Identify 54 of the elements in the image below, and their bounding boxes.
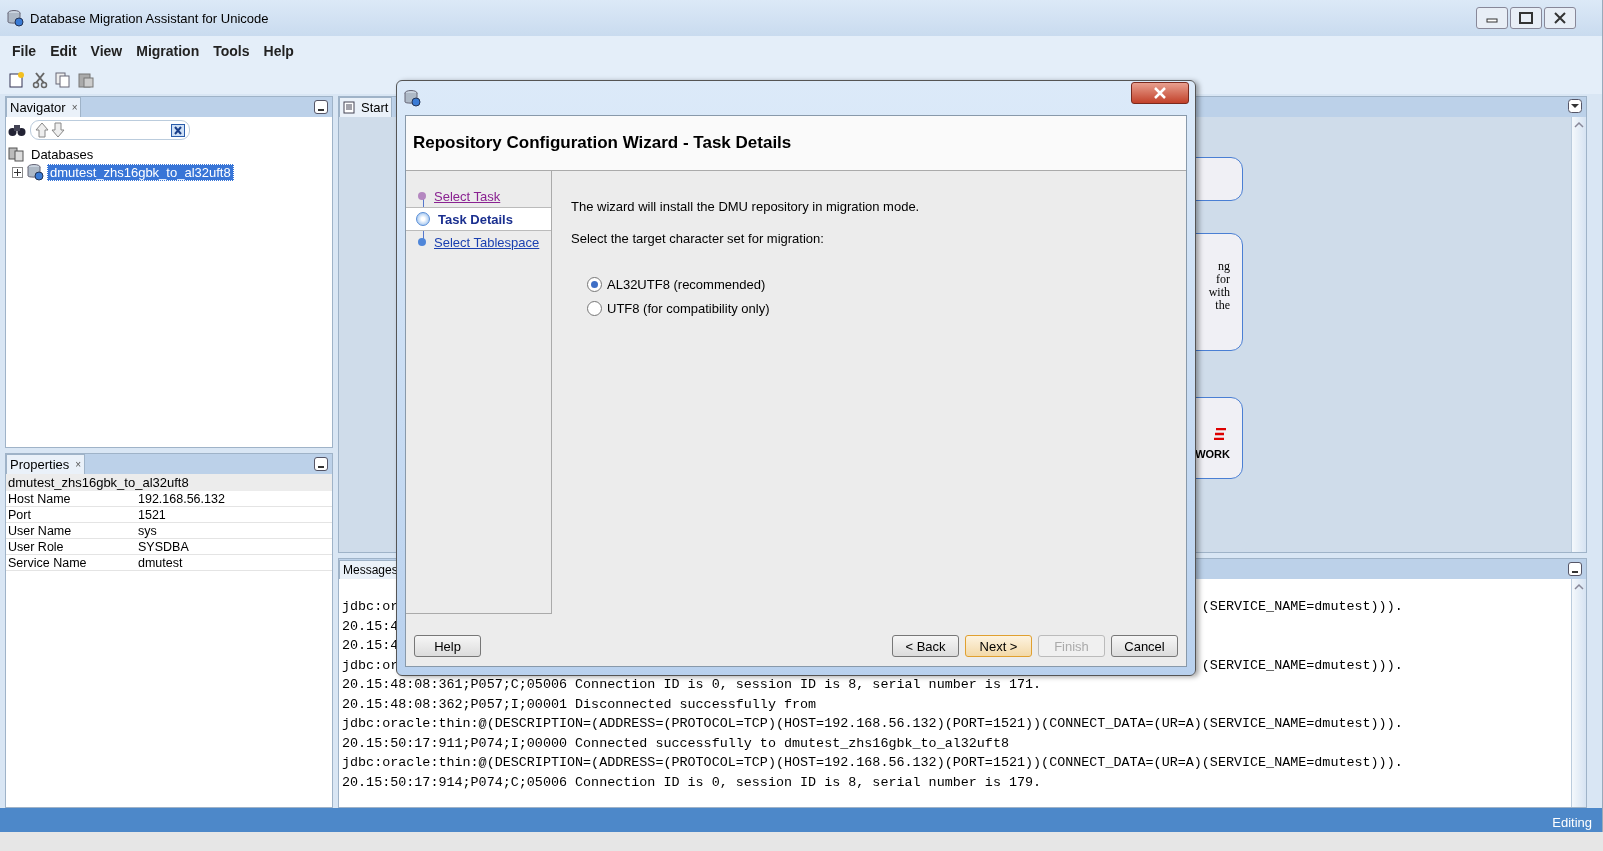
property-value: sys (138, 523, 158, 538)
properties-header: dmutest_zhs16gbk_to_al32uft8 (6, 474, 332, 491)
log-line: 20.15:48:08:362;P057;I;00001 Disconnected successfully from (342, 695, 817, 714)
log-line: jdbc:oracle:thin:@(DESCRIPTION=(ADDRESS=(PROTOCOL=TCP)(HOST=192.168.56.132)(PORT=1521))(CONNECT_DATA=(UR=A)(SERVICE_NAME=dmutest))). (342, 715, 1403, 733)
property-name: User Role (8, 539, 65, 554)
properties-tab[interactable]: Properties × (6, 454, 86, 474)
radio-label[interactable]: AL32UTF8 (recommended) (607, 277, 766, 292)
tab-close-icon[interactable]: × (71, 102, 78, 113)
radio-label[interactable]: UTF8 (for compatibility only) (607, 301, 770, 316)
menu-item[interactable]: View (90, 43, 123, 59)
property-name: User Name (8, 523, 73, 538)
log-line: 20.15:4 (342, 617, 399, 636)
log-line: (SERVICE_NAME=dmutest))). (1201, 656, 1403, 675)
property-value: SYSDBA (138, 539, 190, 554)
intro-text: The wizard will install the DMU repository in migration mode. (571, 199, 921, 214)
log-line: 20.15:48:08:361;P057;C;05006 Connection ID is 0, session ID is 8, serial number is 171. (342, 676, 1042, 694)
property-value: 192.168.56.132 (138, 491, 226, 506)
start-page-tab[interactable]: Start (339, 97, 393, 117)
log-line: jdbc:or (342, 598, 399, 616)
dialog-button[interactable]: Help (414, 635, 481, 657)
card-text: ng (1218, 260, 1230, 273)
tree-item[interactable]: dmutest_zhs16gbk_to_al32uft8 (47, 163, 234, 181)
dialog-button[interactable]: Cancel (1111, 635, 1178, 657)
property-name: Service Name (8, 555, 88, 570)
wizard-step-link[interactable]: Select Task (434, 188, 501, 204)
dialog-button[interactable]: Next > (965, 635, 1032, 657)
card-text: with (1208, 286, 1230, 299)
property-name: Port (8, 507, 32, 522)
menu-item[interactable]: Edit (50, 43, 77, 59)
card-text: for (1216, 273, 1230, 286)
tab-close-icon[interactable]: × (75, 459, 82, 470)
menu-item[interactable]: Tools (213, 43, 250, 59)
property-name: Host Name (8, 491, 72, 506)
window-title: Database Migration Assistant for Unicode (30, 10, 270, 26)
menu-item[interactable]: File (12, 43, 37, 59)
log-line: 20.15:50:17:911;P074;I;00000 Connected successfully to dmutest_zhs16gbk_to_al32uft8 (342, 734, 1009, 753)
status-text: Editing (1552, 815, 1592, 830)
log-line: jdbc:or (342, 656, 399, 675)
prompt-text: Select the target character set for migration: (571, 231, 825, 246)
property-value: dmutest (138, 555, 184, 570)
dialog-button[interactable]: < Back (892, 635, 959, 657)
property-value: 1521 (138, 507, 167, 522)
wizard-step-link[interactable]: Select Tablespace (434, 234, 540, 250)
menu-item[interactable]: Migration (136, 43, 200, 59)
tree-item[interactable]: Databases (29, 146, 96, 162)
log-line: 20.15:4 (342, 637, 399, 655)
card-text: WORK (1195, 448, 1230, 461)
log-line: (SERVICE_NAME=dmutest))). (1201, 598, 1403, 616)
log-line: jdbc:oracle:thin:@(DESCRIPTION=(ADDRESS=(PROTOCOL=TCP)(HOST=192.168.56.132)(PORT=1521))(CONNECT_DATA=(UR=A)(SERVICE_NAME=dmutest))). (342, 754, 1403, 772)
menu-item[interactable]: Help (263, 43, 294, 59)
wizard-heading: Repository Configuration Wizard - Task Details (413, 133, 792, 153)
navigator-tab[interactable]: Navigator × (6, 97, 82, 117)
log-line: 20.15:50:17:914;P074;C;05006 Connection ID is 0, session ID is 8, serial number is 179. (342, 773, 1042, 792)
card-text: the (1215, 299, 1230, 312)
